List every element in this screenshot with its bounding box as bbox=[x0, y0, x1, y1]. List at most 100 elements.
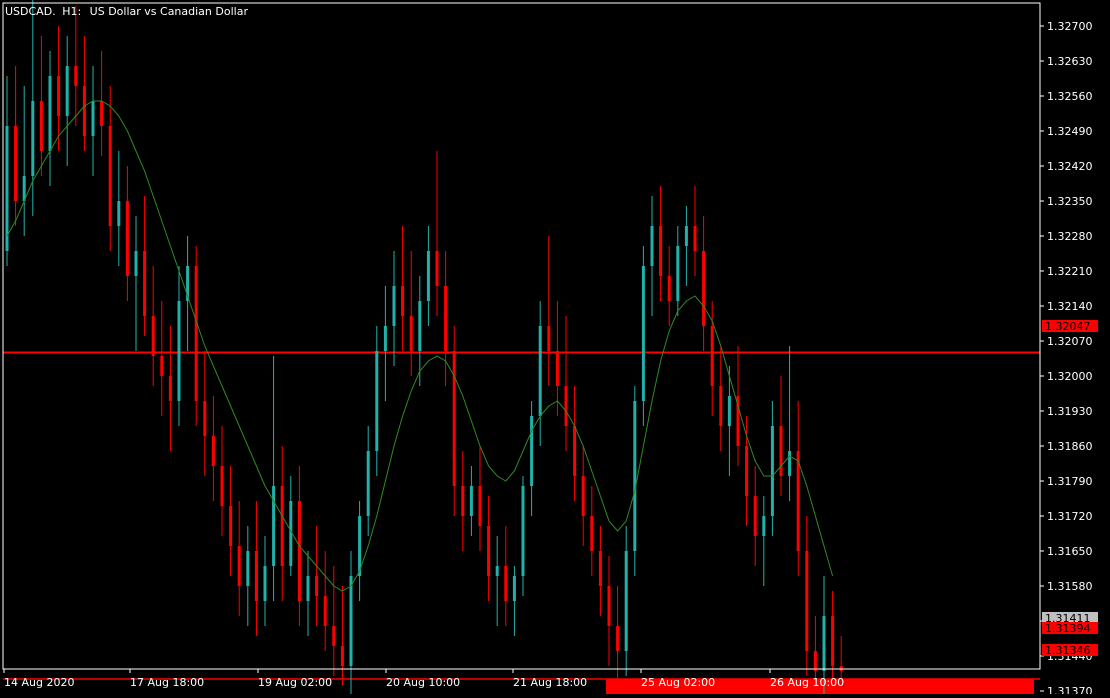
candle-body bbox=[392, 286, 396, 326]
candle-body bbox=[340, 646, 344, 666]
x-tick-label: 19 Aug 02:00 bbox=[258, 676, 332, 689]
candle-body bbox=[452, 351, 456, 486]
candle-body bbox=[633, 401, 637, 551]
y-tick-label: 1.32630 bbox=[1047, 55, 1093, 68]
candle-body bbox=[719, 386, 723, 426]
y-tick-label: 1.32560 bbox=[1047, 90, 1093, 103]
candle-body bbox=[512, 576, 516, 601]
candle-body bbox=[753, 496, 757, 536]
candle bbox=[633, 386, 637, 576]
price-chart[interactable]: 1.32700 1.32630 1.32560 1.32490 1.32420 1.323… bbox=[0, 0, 1110, 698]
candle-body bbox=[564, 386, 568, 426]
timeframe-label: H1: bbox=[62, 5, 81, 18]
y-tick-label: 1.31580 bbox=[1047, 580, 1093, 593]
y-tick-label: 1.31860 bbox=[1047, 440, 1093, 453]
candle-body bbox=[762, 516, 766, 536]
candle-body bbox=[297, 501, 301, 601]
candle-body bbox=[770, 426, 774, 516]
candle-body bbox=[375, 351, 379, 451]
candle-body bbox=[598, 551, 602, 586]
candle-body bbox=[788, 451, 792, 476]
y-tick-label: 1.32140 bbox=[1047, 300, 1093, 313]
candle-body bbox=[5, 126, 9, 251]
candle-body bbox=[74, 66, 78, 86]
candle-body bbox=[676, 246, 680, 301]
price-label: 1.31346 bbox=[1042, 644, 1098, 657]
candle-body bbox=[418, 301, 422, 351]
candle-body bbox=[530, 416, 534, 486]
candle-body bbox=[82, 86, 86, 136]
candle-body bbox=[555, 351, 559, 386]
candle-body bbox=[745, 446, 749, 496]
candle-body bbox=[504, 566, 508, 601]
price-label: 1.31394 bbox=[1042, 622, 1098, 635]
candle-body bbox=[31, 101, 35, 176]
candle-body bbox=[590, 516, 594, 551]
candle-body bbox=[581, 476, 585, 516]
y-tick-label: 1.31930 bbox=[1047, 405, 1093, 418]
y-tick-label: 1.31650 bbox=[1047, 545, 1093, 558]
candle-body bbox=[478, 486, 482, 526]
candle-body bbox=[220, 466, 224, 506]
candle-body bbox=[409, 316, 413, 351]
candle-body bbox=[168, 376, 172, 401]
x-tick-label: 25 Aug 02:00 bbox=[641, 676, 715, 689]
y-tick-label: 1.31370 bbox=[1047, 685, 1093, 694]
candle-body bbox=[383, 326, 387, 351]
candle-body bbox=[117, 201, 121, 226]
chart-background bbox=[0, 0, 1110, 694]
candle-body bbox=[323, 596, 327, 626]
symbol-label: USDCAD. bbox=[5, 5, 56, 18]
candle-body bbox=[108, 126, 112, 226]
candle-body bbox=[254, 551, 258, 601]
candle-body bbox=[435, 251, 439, 286]
y-tick-label: 1.32070 bbox=[1047, 335, 1093, 348]
candle-body bbox=[831, 616, 835, 666]
chart-title: USDCAD. H1: US Dollar vs Canadian Dollar bbox=[5, 5, 248, 18]
candle-body bbox=[272, 486, 276, 566]
x-tick-label: 14 Aug 2020 bbox=[4, 676, 74, 689]
candle-body bbox=[306, 576, 310, 601]
candle-body bbox=[177, 301, 181, 401]
candle-body bbox=[315, 576, 319, 596]
candle-body bbox=[607, 586, 611, 626]
y-tick-label: 1.31790 bbox=[1047, 475, 1093, 488]
candle bbox=[641, 246, 645, 426]
candle-body bbox=[624, 551, 628, 651]
price-label-text: 1.31394 bbox=[1045, 622, 1091, 635]
candle-body bbox=[444, 286, 448, 351]
candle-body bbox=[194, 266, 198, 401]
candle-body bbox=[495, 566, 499, 576]
candle-body bbox=[203, 401, 207, 436]
candle-body bbox=[426, 251, 430, 301]
candle-body bbox=[125, 201, 129, 276]
candle-body bbox=[805, 551, 809, 651]
candle-body bbox=[796, 451, 800, 551]
price-label-text: 1.31346 bbox=[1045, 644, 1091, 657]
candle-body bbox=[263, 566, 267, 601]
candle-body bbox=[39, 101, 43, 151]
candle-body bbox=[727, 396, 731, 426]
candle-body bbox=[710, 326, 714, 386]
candle-body bbox=[229, 506, 233, 546]
y-tick-label: 1.31720 bbox=[1047, 510, 1093, 523]
chart-window[interactable]: 1.32700 1.32630 1.32560 1.32490 1.32420 1.323… bbox=[0, 0, 1110, 698]
candle-body bbox=[91, 101, 95, 136]
candle-body bbox=[650, 226, 654, 266]
candle-body bbox=[461, 486, 465, 516]
candle-body bbox=[134, 251, 138, 276]
y-tick-label: 1.32280 bbox=[1047, 230, 1093, 243]
candle-body bbox=[616, 626, 620, 651]
candle-body bbox=[779, 426, 783, 476]
x-tick-label: 21 Aug 18:00 bbox=[513, 676, 587, 689]
candle-body bbox=[237, 546, 241, 586]
candle-body bbox=[280, 486, 284, 566]
candle-body bbox=[702, 251, 706, 326]
candle-body bbox=[349, 576, 353, 666]
candle-body bbox=[813, 651, 817, 671]
candle-body bbox=[211, 436, 215, 466]
candle-body bbox=[160, 356, 164, 376]
candle-body bbox=[822, 616, 826, 671]
candle-body bbox=[659, 226, 663, 276]
y-tick-label: 1.32350 bbox=[1047, 195, 1093, 208]
